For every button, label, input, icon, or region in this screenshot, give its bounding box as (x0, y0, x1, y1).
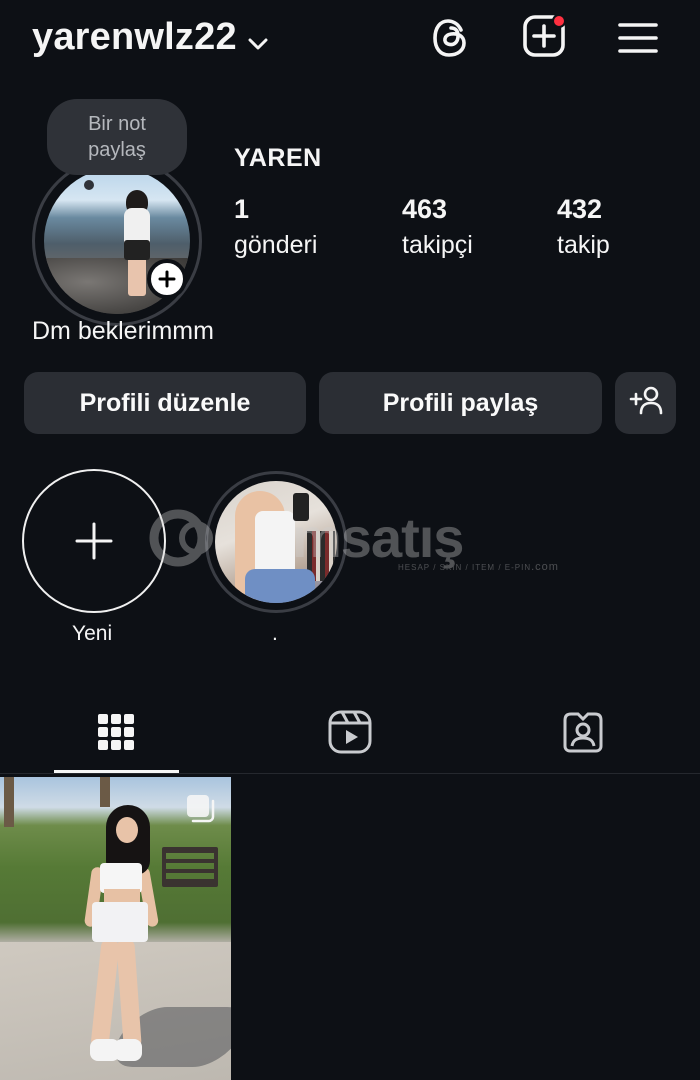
notification-dot (552, 14, 566, 28)
stat-following[interactable]: 432 takip (557, 194, 610, 260)
posts-count: 1 (234, 194, 250, 224)
grid-icon (97, 713, 135, 756)
new-highlight-button[interactable] (22, 469, 166, 613)
posts-label: gönderi (234, 231, 318, 259)
carousel-icon (185, 793, 215, 823)
plus-icon (158, 270, 176, 288)
plus-icon (75, 522, 113, 560)
following-count: 432 (557, 194, 603, 224)
post-thumbnail[interactable] (0, 777, 231, 1080)
watermark-subtext: HESAP / SKIN / ITEM / E-PIN.com (398, 561, 559, 573)
add-story-button[interactable] (147, 259, 187, 299)
threads-icon[interactable] (427, 14, 475, 62)
create-post-button[interactable] (520, 14, 568, 62)
note-bubble[interactable]: Bir not paylaş (47, 99, 187, 175)
note-text: Bir not paylaş (88, 113, 146, 161)
menu-icon[interactable] (614, 14, 662, 62)
active-tab-indicator (54, 770, 179, 773)
following-label: takip (557, 231, 610, 259)
add-person-icon (628, 385, 664, 422)
share-profile-label: Profili paylaş (382, 388, 539, 417)
display-name: YAREN (234, 144, 322, 172)
edit-profile-button[interactable]: Profili düzenle (24, 372, 306, 434)
chevron-down-icon (247, 18, 269, 61)
tab-reels[interactable] (288, 694, 412, 774)
stat-followers[interactable]: 463 takipçi (402, 194, 473, 260)
tagged-icon (561, 710, 605, 759)
stat-posts[interactable]: 1 gönderi (234, 194, 317, 260)
note-tail (84, 180, 94, 190)
username: yarenwlz22 (32, 16, 237, 58)
discover-people-button[interactable] (615, 372, 676, 434)
highlight-label: . (272, 622, 278, 645)
highlight-cover[interactable] (215, 481, 337, 603)
tab-tagged[interactable] (521, 694, 645, 774)
edit-profile-label: Profili düzenle (79, 388, 251, 417)
followers-label: takipçi (402, 231, 473, 259)
username-switcher[interactable]: yarenwlz22 (32, 14, 269, 61)
reels-icon (328, 710, 372, 759)
share-profile-button[interactable]: Profili paylaş (319, 372, 602, 434)
tab-posts-grid[interactable] (54, 694, 178, 774)
new-highlight-label: Yeni (72, 622, 113, 645)
bio: Dm beklerimmm (32, 317, 214, 345)
tabs-divider (0, 773, 700, 774)
followers-count: 463 (402, 194, 448, 224)
